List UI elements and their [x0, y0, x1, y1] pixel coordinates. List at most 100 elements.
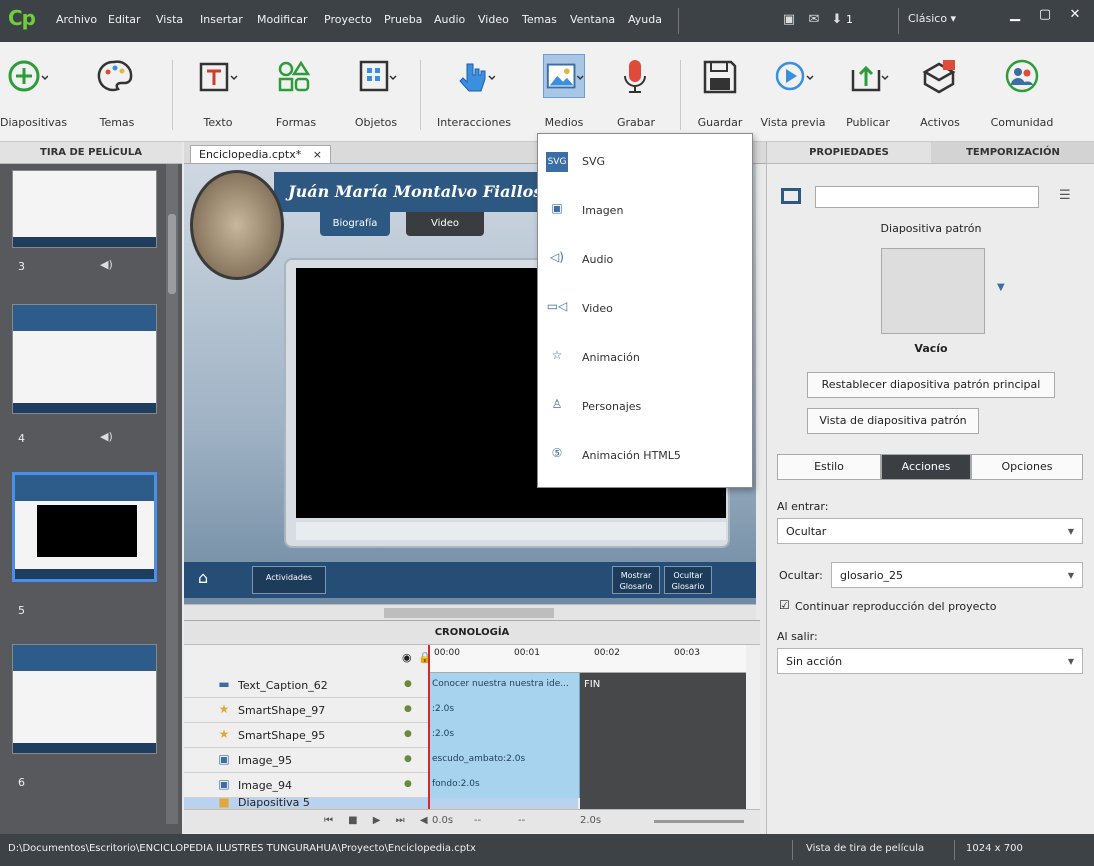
- download-icon[interactable]: ⬇: [828, 12, 846, 30]
- timeline-segment[interactable]: :2.0s: [428, 698, 580, 723]
- timeline-ruler[interactable]: 00:00 00:01 00:02 00:03: [428, 645, 746, 673]
- menu-item-svg[interactable]: SVG SVG: [538, 138, 752, 187]
- slide-thumbnail[interactable]: [12, 644, 157, 754]
- tab-timing[interactable]: TEMPORIZACIÓN: [931, 142, 1094, 164]
- menu-item-characters[interactable]: ♙ Personajes: [538, 383, 752, 432]
- menu-item-animation[interactable]: ☆ Animación: [538, 334, 752, 383]
- objects-icon: [359, 60, 397, 92]
- menu-item-video[interactable]: ▭◁ Video: [538, 285, 752, 334]
- layer-name: SmartShape_97: [238, 704, 326, 717]
- portrait-image[interactable]: [190, 170, 284, 280]
- media-button[interactable]: Medios: [530, 50, 598, 136]
- menu-item-label: Personajes: [582, 400, 642, 413]
- master-view-button[interactable]: Vista de diapositiva patrón: [807, 408, 979, 434]
- tab-options[interactable]: Opciones: [971, 454, 1083, 480]
- menu-modificar[interactable]: Modificar: [257, 13, 308, 26]
- document-tab[interactable]: Enciclopedia.cptx* ×: [190, 145, 331, 164]
- workspace-switcher[interactable]: Clásico ▾: [908, 12, 956, 25]
- video-controls[interactable]: [296, 522, 726, 540]
- menu-insertar[interactable]: Insertar: [200, 13, 243, 26]
- slide-thumbnail[interactable]: [12, 304, 157, 414]
- slides-button[interactable]: Diapositivas: [0, 50, 67, 136]
- menu-vista[interactable]: Vista: [156, 13, 183, 26]
- menu-archivo[interactable]: Archivo: [56, 13, 97, 26]
- save-button[interactable]: Guardar: [690, 50, 750, 136]
- hide-target-dropdown[interactable]: glosario_25 ▼: [831, 562, 1083, 588]
- filmstrip-panel: TIRA DE PELÍCULA 3 ◀) 4 ◀) 5 6: [0, 142, 182, 834]
- show-glossary-button[interactable]: Mostrar Glosario: [612, 566, 660, 594]
- menu-proyecto[interactable]: Proyecto: [324, 13, 372, 26]
- mail-icon[interactable]: ✉: [805, 12, 823, 30]
- reset-master-button[interactable]: Restablecer diapositiva patrón principal: [807, 372, 1055, 398]
- timeline-segment[interactable]: :2.0s: [428, 723, 580, 748]
- file-path: D:\Documentos\Escritorio\ENCICLOPEDIA IL…: [8, 843, 476, 854]
- menu-item-html5-animation[interactable]: ⑤ Animación HTML5: [538, 432, 752, 481]
- menu-item-image[interactable]: ▣ Imagen: [538, 187, 752, 236]
- minimize-icon[interactable]: ▁: [1000, 4, 1030, 28]
- shapes-label: Formas: [275, 116, 317, 129]
- community-button[interactable]: Comunidad: [984, 50, 1060, 136]
- screen-icon[interactable]: ▣: [780, 12, 798, 30]
- assets-button[interactable]: Activos: [910, 50, 970, 136]
- chevron-down-icon[interactable]: ▼: [997, 282, 1005, 293]
- close-tab-icon[interactable]: ×: [313, 148, 322, 161]
- timeline-segment[interactable]: fondo:2.0s: [428, 773, 580, 798]
- continue-checkbox[interactable]: ☑: [779, 598, 790, 612]
- zoom-slider[interactable]: [654, 820, 744, 823]
- add-slide-icon: [8, 60, 48, 92]
- close-icon[interactable]: ✕: [1060, 4, 1090, 28]
- hand-pointer-icon: [459, 63, 495, 92]
- tab-properties[interactable]: PROPIEDADES: [767, 142, 931, 164]
- menu-item-audio[interactable]: ◁) Audio: [538, 236, 752, 285]
- video-button[interactable]: Video: [406, 212, 484, 236]
- slide-thumbnail-selected[interactable]: [12, 472, 157, 582]
- document-tab-label: Enciclopedia.cptx*: [199, 148, 302, 161]
- on-enter-dropdown[interactable]: Ocultar ▼: [777, 518, 1083, 544]
- timeline-segment[interactable]: escudo_ambato:2.0s: [428, 748, 580, 773]
- themes-button[interactable]: Temas: [90, 50, 144, 136]
- interactions-label: Interacciones: [437, 116, 511, 129]
- menu-audio[interactable]: Audio: [434, 13, 465, 26]
- community-label: Comunidad: [990, 116, 1054, 129]
- menu-video[interactable]: Video: [478, 13, 509, 26]
- playback-buttons[interactable]: ⏮ ■ ▶ ⏭ ◀: [324, 815, 434, 826]
- stage-scrollbar[interactable]: [184, 604, 756, 620]
- menu-ayuda[interactable]: Ayuda: [628, 13, 662, 26]
- ruler-tick: 00:00: [434, 648, 460, 658]
- record-button[interactable]: Grabar: [606, 50, 666, 136]
- menu-editar[interactable]: Editar: [108, 13, 141, 26]
- slide-type-icon: [781, 188, 801, 204]
- filmstrip-scrollbar[interactable]: [166, 164, 178, 824]
- menu-item-label: SVG: [582, 155, 606, 168]
- tab-actions[interactable]: Acciones: [881, 454, 971, 480]
- publish-button[interactable]: Publicar: [838, 50, 898, 136]
- on-exit-dropdown[interactable]: Sin acción ▼: [777, 648, 1083, 674]
- menu-prueba[interactable]: Prueba: [384, 13, 422, 26]
- interactions-button[interactable]: Interacciones: [426, 50, 522, 136]
- timeline-row-selected[interactable]: ■ Diapositiva 5: [184, 798, 578, 809]
- menu-temas[interactable]: Temas: [522, 13, 557, 26]
- main-toolbar: Diapositivas Temas Texto Formas Objetos …: [0, 42, 1094, 142]
- shapes-button[interactable]: Formas: [268, 50, 324, 136]
- slide-name-field[interactable]: [815, 186, 1039, 208]
- filmstrip-header: TIRA DE PELÍCULA: [0, 142, 182, 164]
- activities-button[interactable]: Actividades: [252, 566, 326, 594]
- home-icon[interactable]: ⌂: [198, 568, 208, 587]
- start-time: 0.0s: [432, 815, 454, 826]
- objects-button[interactable]: Objetos: [348, 50, 404, 136]
- visibility-icon[interactable]: ◉: [402, 651, 412, 664]
- menu-ventana[interactable]: Ventana: [570, 13, 615, 26]
- hide-glossary-button[interactable]: Ocultar Glosario: [664, 566, 712, 594]
- preview-button[interactable]: Vista previa: [758, 50, 828, 136]
- tab-style[interactable]: Estilo: [777, 454, 881, 480]
- biography-button[interactable]: Biografía: [320, 212, 390, 236]
- media-label: Medios: [544, 116, 584, 129]
- maximize-icon[interactable]: ▢: [1030, 4, 1060, 28]
- slide-thumbnail[interactable]: [12, 170, 157, 248]
- stage-title[interactable]: Juán María Montalvo Fiallos: [288, 182, 542, 201]
- timeline-segment[interactable]: Conocer nuestra nuestra ide...: [428, 673, 580, 698]
- text-button[interactable]: Texto: [190, 50, 246, 136]
- panel-menu-icon[interactable]: ☰: [1059, 188, 1071, 203]
- playhead[interactable]: [428, 645, 430, 809]
- master-slide-preview[interactable]: [881, 248, 985, 334]
